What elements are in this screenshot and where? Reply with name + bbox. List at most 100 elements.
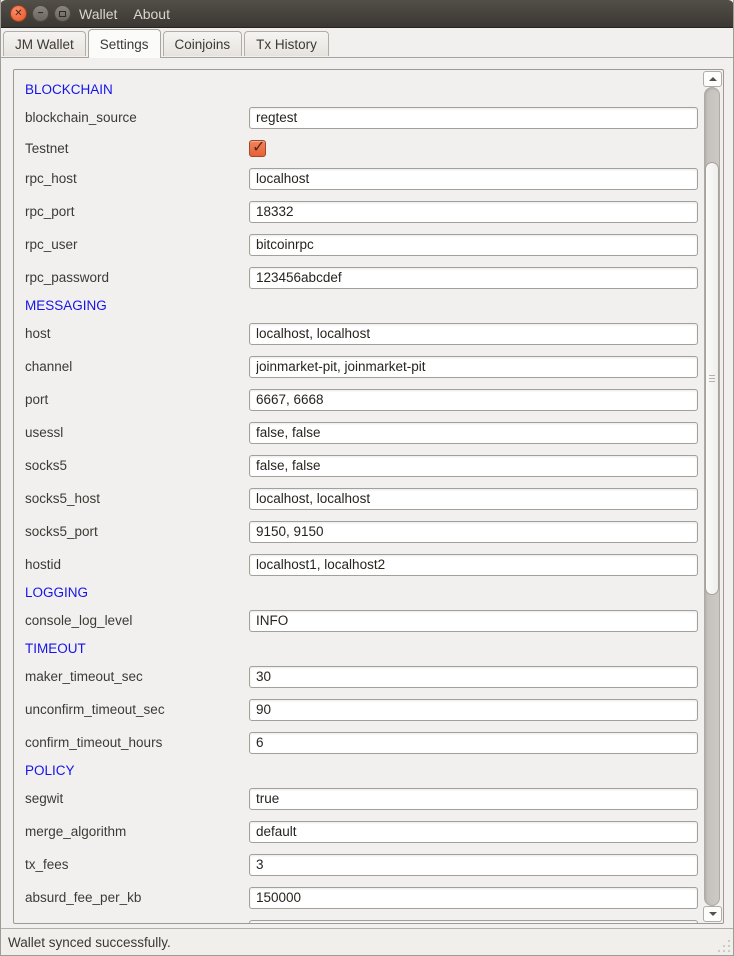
field-unconfirm-timeout-sec[interactable] [249, 699, 698, 721]
section-header-timeout: TIMEOUT [14, 637, 702, 660]
field-socks5[interactable] [249, 455, 698, 477]
field-rpc-password[interactable] [249, 267, 698, 289]
field-label-usessl: usessl [25, 425, 249, 440]
close-button[interactable]: ✕ [10, 5, 27, 22]
field-label-maker-timeout-sec: maker_timeout_sec [25, 669, 249, 684]
field-blockchain-source[interactable] [249, 107, 698, 129]
field-label-hostid: hostid [25, 557, 249, 572]
status-bar: Wallet synced successfully. [1, 929, 733, 955]
field-maker-timeout-sec[interactable] [249, 666, 698, 688]
field-label-channel: channel [25, 359, 249, 374]
field-label-socks5: socks5 [25, 458, 249, 473]
field-label-rpc-host: rpc_host [25, 171, 249, 186]
field-label-socks5-host: socks5_host [25, 491, 249, 506]
settings-form: BLOCKCHAINblockchain_sourceTestnet✓rpc_h… [14, 70, 702, 924]
menubar: Wallet About [79, 6, 170, 22]
settings-row: maker_timeout_sec [14, 660, 702, 693]
field-merge-algorithm[interactable] [249, 821, 698, 843]
settings-row: segwit [14, 782, 702, 815]
testnet-checkbox[interactable]: ✓ [249, 140, 266, 157]
field-usessl[interactable] [249, 422, 698, 444]
status-message: Wallet synced successfully. [8, 935, 171, 950]
settings-panel: BLOCKCHAINblockchain_sourceTestnet✓rpc_h… [1, 57, 733, 929]
field-label-console-log-level: console_log_level [25, 613, 249, 628]
settings-row: blockchain_source [14, 101, 702, 134]
section-header-logging: LOGGING [14, 581, 702, 604]
minimize-icon: − [38, 9, 44, 19]
field-label-rpc-password: rpc_password [25, 270, 249, 285]
field-port[interactable] [249, 389, 698, 411]
field-rpc-host[interactable] [249, 168, 698, 190]
tab-settings[interactable]: Settings [88, 29, 161, 58]
field-label-segwit: segwit [25, 791, 249, 806]
settings-row: rpc_password [14, 261, 702, 294]
field-hostid[interactable] [249, 554, 698, 576]
section-header-blockchain: BLOCKCHAIN [14, 78, 702, 101]
maximize-icon [59, 11, 66, 17]
settings-scroll-area: BLOCKCHAINblockchain_sourceTestnet✓rpc_h… [13, 69, 724, 924]
titlebar: ✕ − Wallet About [0, 0, 734, 28]
field-label-socks5-port: socks5_port [25, 524, 249, 539]
field-absurd-fee-per-kb[interactable] [249, 887, 698, 909]
settings-row: rpc_port [14, 195, 702, 228]
scroll-down-icon [709, 912, 717, 916]
tab-tx-history[interactable]: Tx History [244, 31, 329, 56]
field-rpc-port[interactable] [249, 201, 698, 223]
field-partial[interactable] [249, 920, 698, 925]
field-label-blockchain-source: blockchain_source [25, 110, 249, 125]
field-label-rpc-port: rpc_port [25, 204, 249, 219]
settings-row: confirm_timeout_hours [14, 726, 702, 759]
field-segwit[interactable] [249, 788, 698, 810]
menu-about[interactable]: About [133, 6, 170, 22]
settings-row: socks5_host [14, 482, 702, 515]
maximize-button[interactable] [54, 5, 71, 22]
settings-row: tx_fees [14, 848, 702, 881]
field-label-host: host [25, 326, 249, 341]
field-label-merge-algorithm: merge_algorithm [25, 824, 249, 839]
settings-row: Testnet✓ [14, 134, 702, 162]
check-icon: ✓ [252, 137, 265, 157]
field-channel[interactable] [249, 356, 698, 378]
menu-wallet[interactable]: Wallet [79, 6, 117, 22]
settings-row: console_log_level [14, 604, 702, 637]
settings-row: rpc_user [14, 228, 702, 261]
settings-row: port [14, 383, 702, 416]
settings-row: usessl [14, 416, 702, 449]
settings-row: socks5 [14, 449, 702, 482]
settings-row [14, 914, 702, 924]
field-label-rpc-user: rpc_user [25, 237, 249, 252]
settings-row: hostid [14, 548, 702, 581]
settings-row: channel [14, 350, 702, 383]
field-host[interactable] [249, 323, 698, 345]
tab-coinjoins[interactable]: Coinjoins [163, 31, 243, 56]
field-label-unconfirm-timeout-sec: unconfirm_timeout_sec [25, 702, 249, 717]
settings-row: rpc_host [14, 162, 702, 195]
field-rpc-user[interactable] [249, 234, 698, 256]
field-socks5-host[interactable] [249, 488, 698, 510]
close-icon: ✕ [14, 9, 22, 19]
field-label-tx-fees: tx_fees [25, 857, 249, 872]
vertical-scrollbar[interactable] [701, 70, 723, 923]
scrollbar-thumb[interactable] [705, 162, 719, 595]
settings-row: merge_algorithm [14, 815, 702, 848]
section-header-messaging: MESSAGING [14, 294, 702, 317]
app-window: ✕ − Wallet About JM WalletSettingsCoinjo… [0, 0, 734, 956]
field-confirm-timeout-hours[interactable] [249, 732, 698, 754]
settings-row: host [14, 317, 702, 350]
settings-row: unconfirm_timeout_sec [14, 693, 702, 726]
scrollbar-track[interactable] [704, 87, 720, 906]
field-console-log-level[interactable] [249, 610, 698, 632]
field-tx-fees[interactable] [249, 854, 698, 876]
scrollbar-grip-icon [709, 375, 715, 383]
tab-bar: JM WalletSettingsCoinjoinsTx History [1, 28, 733, 57]
resize-grip-icon[interactable] [716, 938, 730, 952]
settings-row: absurd_fee_per_kb [14, 881, 702, 914]
scroll-up-icon [709, 77, 717, 81]
scroll-down-button[interactable] [703, 906, 722, 922]
field-label-confirm-timeout-hours: confirm_timeout_hours [25, 735, 249, 750]
scroll-up-button[interactable] [703, 71, 722, 87]
field-socks5-port[interactable] [249, 521, 698, 543]
field-label-testnet: Testnet [25, 141, 249, 156]
tab-jm-wallet[interactable]: JM Wallet [3, 31, 86, 56]
minimize-button[interactable]: − [32, 5, 49, 22]
